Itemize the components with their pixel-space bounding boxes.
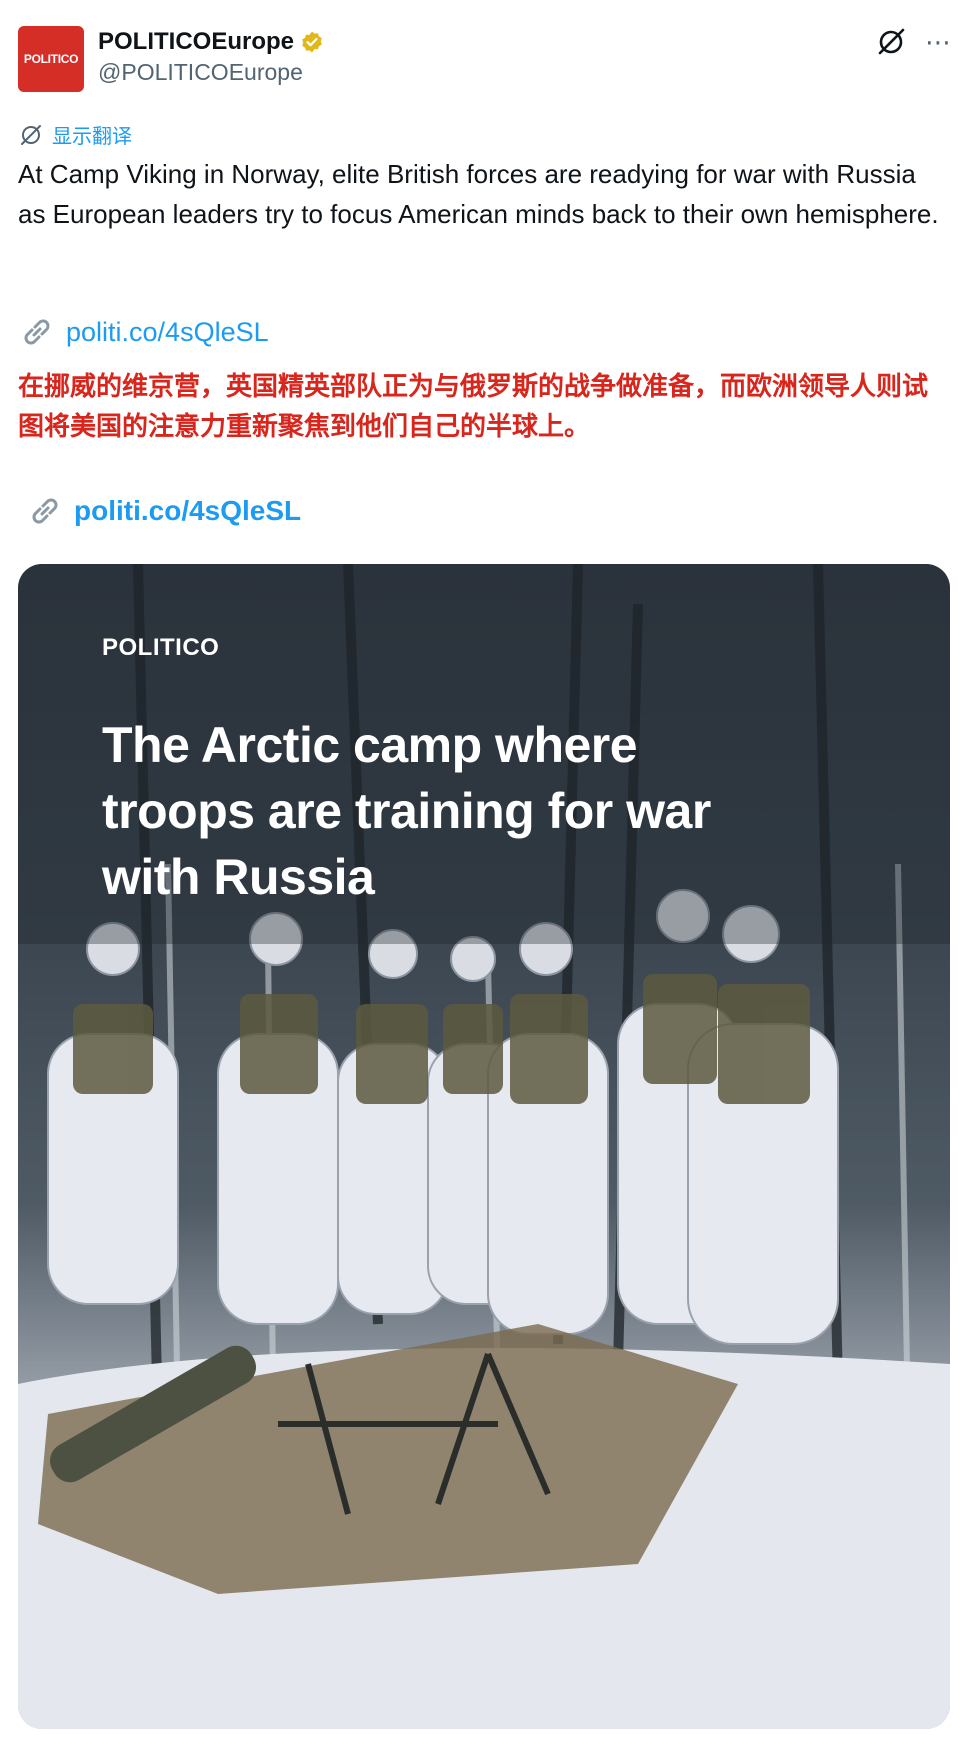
link-icon	[32, 498, 58, 524]
tweet-text: At Camp Viking in Norway, elite British …	[18, 159, 939, 229]
tweet-link[interactable]: politi.co/4sQleSL	[18, 313, 269, 351]
verified-badge-icon	[302, 31, 322, 53]
media-headline: The Arctic camp where troops are trainin…	[102, 717, 711, 905]
account-handle[interactable]: @POLITICOEurope	[98, 59, 324, 86]
avatar[interactable]: POLITICO	[18, 26, 84, 92]
more-options-icon[interactable]: ⋯	[925, 26, 952, 58]
grok-icon[interactable]	[875, 26, 907, 58]
tweet-link-text[interactable]: politi.co/4sQleSL	[66, 317, 269, 348]
tweet-media-image[interactable]: POLITICO The Arctic camp where troops ar…	[18, 564, 950, 1729]
media-brand-logo: POLITICO	[102, 634, 220, 661]
show-translation-button[interactable]: 显示翻译	[18, 120, 132, 149]
translated-link-text[interactable]: politi.co/4sQleSL	[74, 495, 301, 527]
display-name-row[interactable]: POLITICOEurope	[98, 28, 324, 56]
translated-link[interactable]: politi.co/4sQleSL	[26, 492, 301, 530]
link-icon	[24, 319, 50, 345]
chinese-translation-text: 在挪威的维京营，英国精英部队正为与俄罗斯的战争做准备，而欧洲领导人则试图将美国的…	[18, 371, 929, 441]
tweet-header: POLITICO POLITICOEurope @POLITICOEurope …	[18, 26, 952, 92]
show-translation-label[interactable]: 显示翻译	[52, 120, 132, 149]
grok-translate-icon	[21, 124, 41, 145]
display-name[interactable]: POLITICOEurope	[98, 28, 294, 56]
account-names: POLITICOEurope @POLITICOEurope	[98, 28, 324, 86]
